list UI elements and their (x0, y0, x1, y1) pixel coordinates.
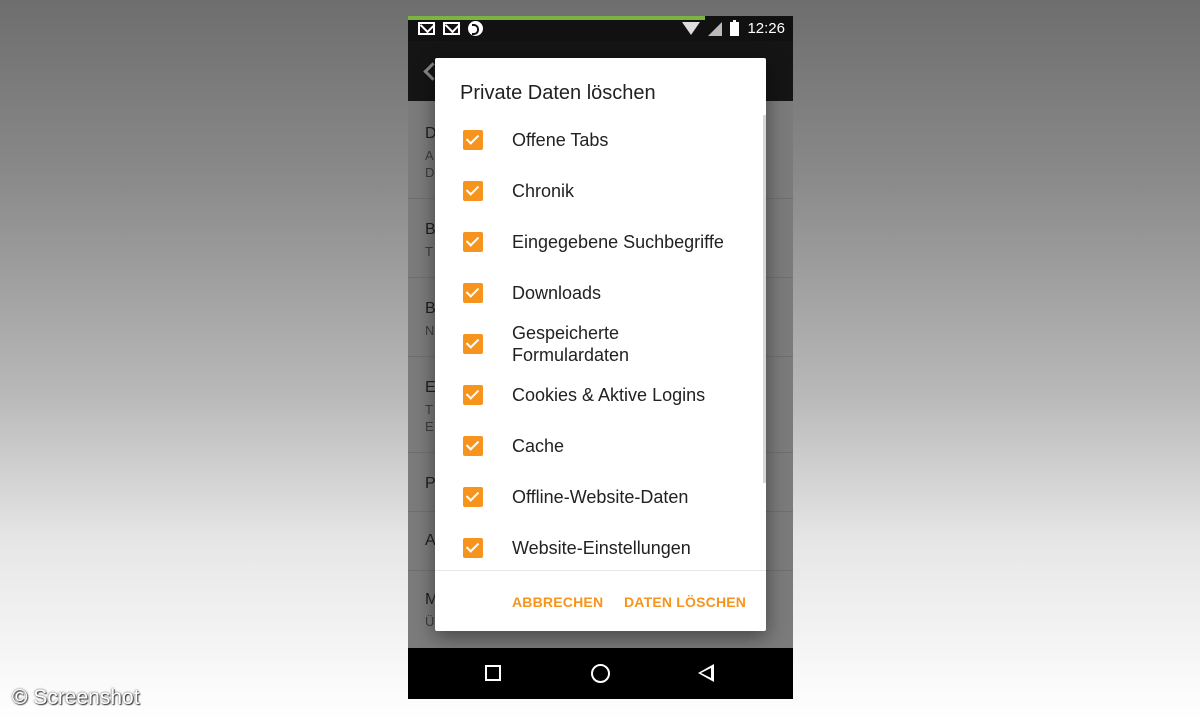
checkbox-checked-icon[interactable] (463, 283, 483, 303)
option-offline-data[interactable]: Offline-Website-Daten (435, 473, 766, 521)
settings-item-summary: E (425, 419, 434, 434)
home-icon[interactable] (591, 664, 610, 683)
notification-icons (418, 21, 483, 36)
option-site-settings[interactable]: Website-Einstellungen (435, 524, 766, 570)
option-label: Cache (512, 436, 565, 456)
battery-icon (730, 19, 740, 36)
mail-icon (443, 22, 460, 35)
checkbox-checked-icon[interactable] (463, 538, 483, 558)
option-label: Gespeicherte Formulardaten (512, 323, 630, 365)
option-label: Downloads (512, 283, 602, 303)
option-cache[interactable]: Cache (435, 422, 766, 470)
settings-item-summary: A (425, 148, 434, 163)
settings-item-summary: T (425, 244, 433, 259)
option-downloads[interactable]: Downloads (435, 269, 766, 317)
back-icon[interactable] (698, 664, 714, 682)
option-label: Cookies & Aktive Logins (512, 385, 706, 405)
settings-item-summary: Ü (425, 614, 435, 629)
settings-item-summary: D (425, 165, 435, 180)
checkbox-checked-icon[interactable] (463, 334, 483, 354)
checkbox-checked-icon[interactable] (463, 181, 483, 201)
option-open-tabs[interactable]: Offene Tabs (435, 116, 766, 164)
dialog-title: Private Daten löschen (460, 82, 656, 105)
clear-data-button[interactable]: DATEN LÖSCHEN (624, 594, 746, 610)
option-label: Chronik (512, 181, 575, 201)
watermark: © Screenshot (12, 686, 140, 709)
checkbox-checked-icon[interactable] (463, 385, 483, 405)
wifi-icon (682, 22, 701, 35)
option-cookies[interactable]: Cookies & Aktive Logins (435, 371, 766, 419)
status-bar: 12:26 (408, 16, 793, 41)
settings-item-summary: T (425, 402, 433, 417)
option-label: Website-Einstellungen (512, 538, 691, 558)
option-label: Offene Tabs (512, 130, 609, 150)
clock: 12:26 (747, 20, 785, 37)
dialog-title-text: Private Daten löschen (460, 82, 656, 104)
option-search-history[interactable]: Eingegebene Suchbegriffe (435, 218, 766, 266)
dialog-scrollbar[interactable] (763, 115, 766, 483)
gmail-icon (418, 22, 435, 35)
cancel-button[interactable]: ABBRECHEN (512, 594, 603, 610)
dialog-divider (435, 570, 766, 571)
system-status: 12:26 (682, 19, 785, 37)
option-form-data[interactable]: Gespeicherte Formulardaten (435, 320, 766, 368)
signal-icon (708, 21, 723, 36)
checkbox-checked-icon[interactable] (463, 232, 483, 252)
checkbox-checked-icon[interactable] (463, 487, 483, 507)
option-label: Offline-Website-Daten (512, 487, 689, 507)
recent-apps-icon[interactable] (485, 665, 501, 681)
checkbox-checked-icon[interactable] (463, 130, 483, 150)
navigation-bar (408, 648, 793, 699)
option-label: Eingegebene Suchbegriffe (512, 232, 724, 252)
settings-item-summary: N (425, 323, 435, 338)
options-list: Offene Tabs Chronik Eingegebene Suchbegr… (435, 116, 766, 570)
clear-private-data-dialog: Private Daten löschen Offene Tabs Chroni… (435, 58, 766, 631)
app-notification-icon (468, 21, 483, 36)
option-history[interactable]: Chronik (435, 167, 766, 215)
checkbox-checked-icon[interactable] (463, 436, 483, 456)
